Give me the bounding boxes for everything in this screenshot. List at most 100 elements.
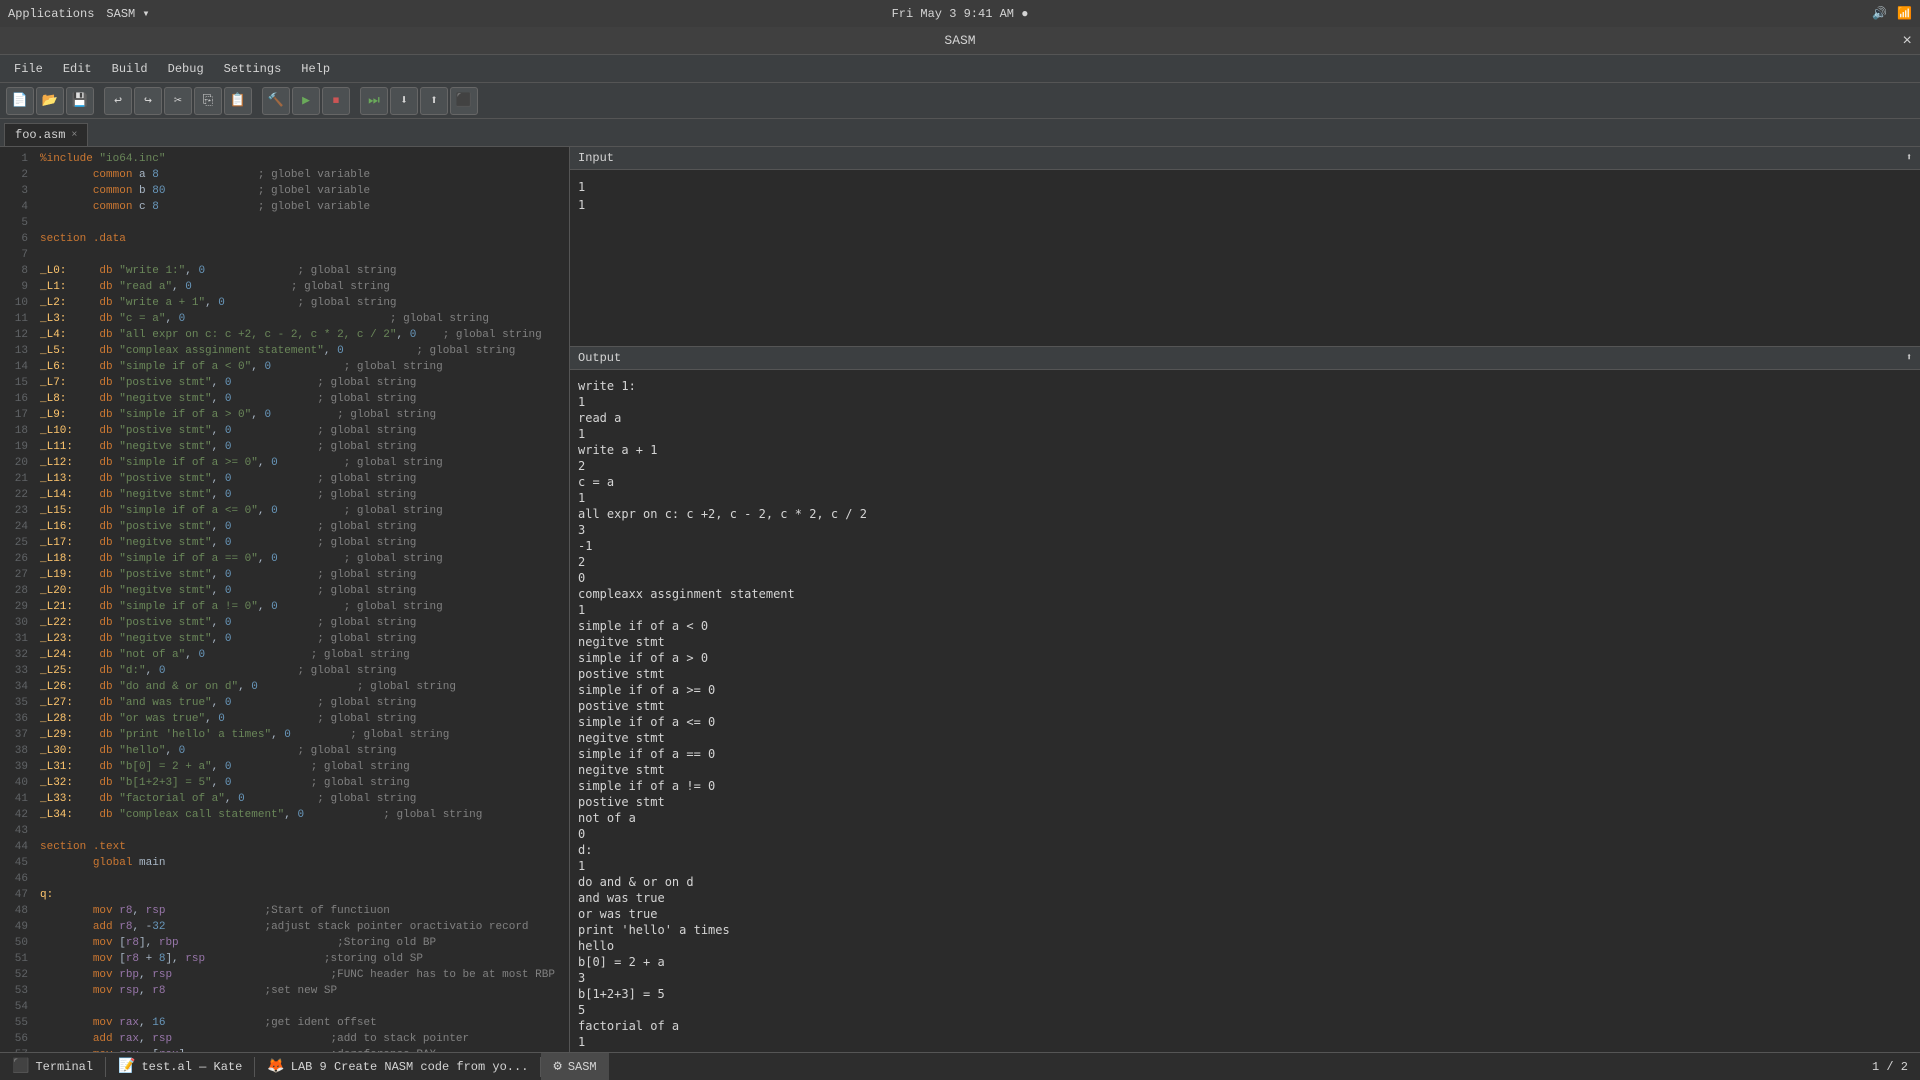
taskbar-kate-label: test.al — Kate xyxy=(141,1060,242,1074)
open-file-button[interactable]: 📂 xyxy=(36,87,64,115)
system-bar-right: 🔊 📶 xyxy=(1872,6,1912,21)
input-text-area[interactable]: 1 1 xyxy=(570,170,1920,346)
output-line: 2 xyxy=(578,458,1912,474)
taskbar-firefox[interactable]: 🦊 LAB 9 Create NASM code from yo... xyxy=(255,1053,540,1080)
menu-debug[interactable]: Debug xyxy=(158,60,214,78)
terminal-icon: ⬛ xyxy=(12,1058,29,1075)
menu-edit[interactable]: Edit xyxy=(53,60,102,78)
menu-settings[interactable]: Settings xyxy=(214,60,292,78)
output-panel: Output ⬆ write 1: 1 read a 1 write a + 1… xyxy=(570,347,1920,1052)
output-line: write a + 1 xyxy=(578,442,1912,458)
app-indicator[interactable]: SASM ▾ xyxy=(106,6,149,21)
menu-file[interactable]: File xyxy=(4,60,53,78)
tab-close-button[interactable]: × xyxy=(71,130,77,141)
toolbar: 📄 📂 💾 ↩ ↪ ✂ ⎘ 📋 🔨 ▶ ⏹ ⏭ ⬇ ⬆ ⬛ xyxy=(0,83,1920,119)
output-line: 1 xyxy=(578,602,1912,618)
output-line: 0 xyxy=(578,826,1912,842)
taskbar-terminal-label: Terminal xyxy=(35,1060,93,1074)
output-line: 2 xyxy=(578,554,1912,570)
taskbar-sasm[interactable]: ⚙ SASM xyxy=(541,1053,608,1080)
output-line: 1 xyxy=(578,426,1912,442)
output-line: simple if of a <= 0 xyxy=(578,714,1912,730)
menu-bar: File Edit Build Debug Settings Help xyxy=(0,55,1920,83)
step-into-button[interactable]: ⬇ xyxy=(390,87,418,115)
output-line: do and & or on d xyxy=(578,874,1912,890)
output-line: postive stmt xyxy=(578,666,1912,682)
paste-button[interactable]: 📋 xyxy=(224,87,252,115)
menu-build[interactable]: Build xyxy=(102,60,158,78)
stop-button[interactable]: ⏹ xyxy=(322,87,350,115)
output-line: compleaxx assginment statement xyxy=(578,586,1912,602)
input-value: 1 xyxy=(578,178,1912,196)
output-line: write 1: xyxy=(578,378,1912,394)
output-line: simple if of a > 0 xyxy=(578,650,1912,666)
output-text-area[interactable]: write 1: 1 read a 1 write a + 1 2 c = a … xyxy=(570,370,1920,1052)
output-line: 3 xyxy=(578,522,1912,538)
output-line: read a xyxy=(578,410,1912,426)
output-line: 1 xyxy=(578,394,1912,410)
output-line: negitve stmt xyxy=(578,730,1912,746)
input-expand-icon[interactable]: ⬆ xyxy=(1906,152,1912,164)
menu-help[interactable]: Help xyxy=(291,60,340,78)
output-label: Output xyxy=(578,351,621,365)
system-bar-left: Applications SASM ▾ xyxy=(8,6,150,21)
applications-menu[interactable]: Applications xyxy=(8,7,94,21)
debug-stop-button[interactable]: ⬛ xyxy=(450,87,478,115)
output-line: simple if of a >= 0 xyxy=(578,682,1912,698)
output-line: b[0] = 2 + a xyxy=(578,954,1912,970)
editor-area: 1234567891011121314151617181920212223242… xyxy=(0,147,570,1052)
editor-scroll[interactable]: 1234567891011121314151617181920212223242… xyxy=(0,147,569,1052)
network-icon[interactable]: 📶 xyxy=(1897,6,1912,21)
sasm-icon: ⚙ xyxy=(553,1058,561,1075)
taskbar-sasm-label: SASM xyxy=(568,1060,597,1074)
firefox-icon: 🦊 xyxy=(267,1058,284,1075)
output-expand-icon[interactable]: ⬆ xyxy=(1906,352,1912,364)
kate-icon: 📝 xyxy=(118,1058,135,1075)
input-panel: Input ⬆ 1 1 xyxy=(570,147,1920,347)
window-title: SASM xyxy=(944,33,975,48)
input-value-2: 1 xyxy=(578,196,1912,214)
volume-icon[interactable]: 🔊 xyxy=(1872,6,1887,21)
main-content: 1234567891011121314151617181920212223242… xyxy=(0,147,1920,1052)
undo-button[interactable]: ↩ xyxy=(104,87,132,115)
output-line: 1 xyxy=(578,858,1912,874)
output-line: hello xyxy=(578,938,1912,954)
debug-start-button[interactable]: ⏭ xyxy=(360,87,388,115)
code-editor[interactable]: %include "io64.inc" common a 8 ; globel … xyxy=(36,147,569,1052)
redo-button[interactable]: ↪ xyxy=(134,87,162,115)
copy-button[interactable]: ⎘ xyxy=(194,87,222,115)
output-line: or was true xyxy=(578,906,1912,922)
output-line: 1 xyxy=(578,490,1912,506)
output-header: Output ⬆ xyxy=(570,347,1920,370)
output-line: 3 xyxy=(578,970,1912,986)
output-line: all expr on c: c +2, c - 2, c * 2, c / 2 xyxy=(578,506,1912,522)
output-line: negitve stmt xyxy=(578,634,1912,650)
file-tab[interactable]: foo.asm × xyxy=(4,123,88,146)
taskbar-kate[interactable]: 📝 test.al — Kate xyxy=(106,1053,254,1080)
close-button[interactable]: × xyxy=(1902,32,1912,50)
output-line: print 'hello' a times xyxy=(578,922,1912,938)
output-line: 1 xyxy=(578,1034,1912,1050)
new-file-button[interactable]: 📄 xyxy=(6,87,34,115)
build-button[interactable]: 🔨 xyxy=(262,87,290,115)
output-line: 0 xyxy=(578,570,1912,586)
run-button[interactable]: ▶ xyxy=(292,87,320,115)
output-line: b[1+2+3] = 5 xyxy=(578,986,1912,1002)
output-line: -1 xyxy=(578,538,1912,554)
output-line: not of a xyxy=(578,810,1912,826)
cut-button[interactable]: ✂ xyxy=(164,87,192,115)
output-line: simple if of a != 0 xyxy=(578,778,1912,794)
output-line: factorial of a xyxy=(578,1018,1912,1034)
output-line: c = a xyxy=(578,474,1912,490)
taskbar-terminal[interactable]: ⬛ Terminal xyxy=(0,1053,105,1080)
line-numbers: 1234567891011121314151617181920212223242… xyxy=(0,147,32,1052)
step-over-button[interactable]: ⬆ xyxy=(420,87,448,115)
system-bar-center: Fri May 3 9:41 AM ● xyxy=(892,7,1029,21)
output-line: negitve stmt xyxy=(578,762,1912,778)
save-file-button[interactable]: 💾 xyxy=(66,87,94,115)
taskbar-firefox-label: LAB 9 Create NASM code from yo... xyxy=(291,1060,529,1074)
input-header: Input ⬆ xyxy=(570,147,1920,170)
output-line: simple if of a < 0 xyxy=(578,618,1912,634)
output-line: 5 xyxy=(578,1002,1912,1018)
title-bar: SASM × xyxy=(0,27,1920,55)
